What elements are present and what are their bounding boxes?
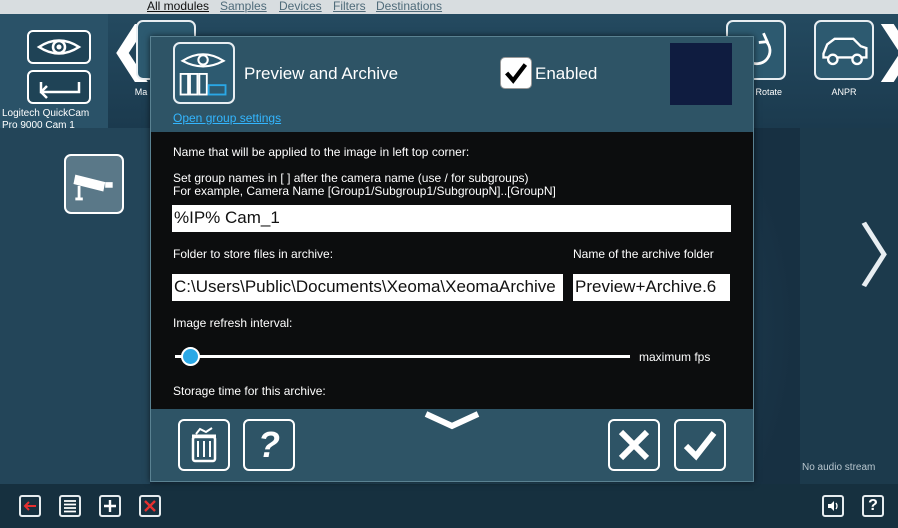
no-audio-status: No audio stream xyxy=(802,462,876,473)
speaker-icon xyxy=(828,501,838,511)
module-tile-anpr[interactable] xyxy=(814,20,874,80)
group-hint-line1: Set group names in [ ] after the camera … xyxy=(173,171,529,185)
question-icon: ? xyxy=(868,497,878,514)
camera-name-line1: Logitech QuickCam xyxy=(2,108,90,119)
storage-label: Storage time for this archive: xyxy=(173,384,326,398)
open-group-settings-link[interactable]: Open group settings xyxy=(173,111,281,125)
archive-folder-input[interactable]: C:\Users\Public\Documents\Xeoma\XeomaArc… xyxy=(172,274,563,301)
close-red-icon xyxy=(144,500,156,512)
tab-destinations[interactable]: Destinations xyxy=(376,0,442,13)
checkmark-icon xyxy=(505,63,528,84)
eye-archive-icon xyxy=(179,53,227,96)
remove-button[interactable] xyxy=(139,495,161,517)
question-mark-icon: ? xyxy=(258,424,280,465)
refresh-label: Image refresh interval: xyxy=(173,316,293,330)
sound-button[interactable] xyxy=(822,495,844,517)
archive-name-label: Name of the archive folder xyxy=(573,247,714,261)
return-arrow-icon xyxy=(39,82,81,99)
workspace-next-chevron[interactable]: 〉 xyxy=(858,222,898,292)
name-label: Name that will be applied to the image i… xyxy=(173,145,470,159)
eye-icon xyxy=(36,39,82,55)
module-tabs-bar: All modules Samples Devices Filters Dest… xyxy=(0,0,898,14)
archive-name-input[interactable]: Preview+Archive.6 xyxy=(573,274,730,301)
help-toolbar-button[interactable]: ? xyxy=(862,495,884,517)
close-icon xyxy=(618,429,650,461)
refresh-slider-handle[interactable] xyxy=(181,347,200,366)
car-icon xyxy=(822,37,868,66)
enabled-checkbox[interactable] xyxy=(500,57,532,89)
archive-module-icon xyxy=(173,42,235,104)
camera-node[interactable] xyxy=(64,154,124,214)
refresh-value-label: maximum fps xyxy=(639,350,711,364)
scroll-down-chevron-icon[interactable] xyxy=(422,410,482,432)
tab-all-modules[interactable]: All modules xyxy=(147,0,209,13)
list-icon xyxy=(64,500,76,513)
camera-name-input[interactable]: %IP% Cam_1 xyxy=(172,205,731,232)
camera-view-button[interactable] xyxy=(27,30,91,64)
check-icon xyxy=(683,431,717,461)
enabled-label: Enabled xyxy=(535,64,598,83)
delete-module-button[interactable] xyxy=(178,419,230,471)
camera-back-button[interactable] xyxy=(27,70,91,104)
add-button[interactable] xyxy=(99,495,121,517)
trash-icon xyxy=(191,427,217,463)
folder-label: Folder to store files in archive: xyxy=(173,247,334,261)
cancel-button[interactable] xyxy=(608,419,660,471)
exit-arrow-icon xyxy=(23,501,36,511)
help-button[interactable]: ? xyxy=(243,419,295,471)
ok-button[interactable] xyxy=(674,419,726,471)
tab-devices[interactable]: Devices xyxy=(279,0,322,13)
module-label-anpr: ANPR xyxy=(831,87,857,97)
dialog-title: Preview and Archive xyxy=(244,64,399,83)
tab-samples[interactable]: Samples xyxy=(220,0,267,13)
workspace-right xyxy=(800,128,898,484)
refresh-slider-track[interactable] xyxy=(175,355,630,358)
bottom-toolbar xyxy=(0,484,898,528)
plus-icon xyxy=(104,500,116,512)
preview-thumbnail[interactable] xyxy=(670,43,732,105)
group-hint-line2: For example, Camera Name [Group1/Subgrou… xyxy=(173,184,556,198)
tab-filters[interactable]: Filters xyxy=(333,0,366,13)
security-camera-icon xyxy=(73,174,113,201)
exit-button[interactable] xyxy=(19,495,41,517)
list-button[interactable] xyxy=(59,495,81,517)
ribbon-next-arrow[interactable]: ❯ xyxy=(872,20,898,78)
